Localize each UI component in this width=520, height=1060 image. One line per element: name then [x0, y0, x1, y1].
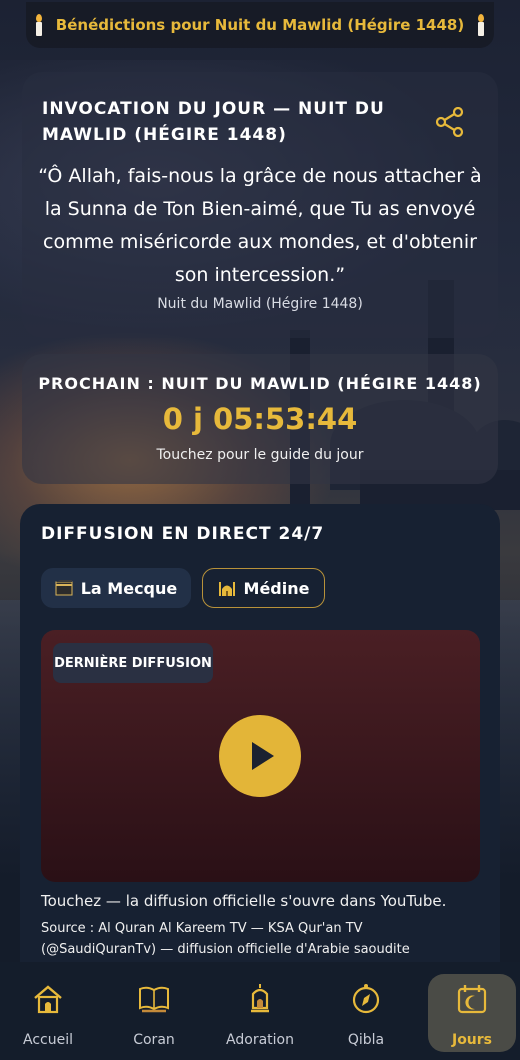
- mosque-icon: [218, 582, 235, 596]
- top-banner: Bénédictions pour Nuit du Mawlid (Hégire…: [26, 2, 494, 48]
- live-source: Source : Al Quran Al Kareem TV — KSA Qur…: [41, 921, 410, 957]
- invocation-card: INVOCATION DU JOUR — NUIT DU MAWLID (HÉG…: [22, 72, 498, 338]
- quran-icon: [139, 986, 169, 1013]
- lantern-icon: [251, 984, 269, 1013]
- compass-icon: [352, 984, 380, 1014]
- invocation-title: INVOCATION DU JOUR — NUIT DU MAWLID (HÉG…: [42, 99, 385, 145]
- nav-item-jours[interactable]: Jours: [428, 974, 516, 1052]
- share-icon: [436, 107, 464, 137]
- video-player[interactable]: DERNIÈRE DIFFUSION: [41, 630, 480, 882]
- nav-label-qibla: Qibla: [347, 1032, 385, 1048]
- candle-icon: [34, 14, 44, 36]
- tab-mecca[interactable]: La Mecque: [41, 568, 191, 608]
- nav-label-adoration: Adoration: [226, 1032, 294, 1048]
- video-badge: DERNIÈRE DIFFUSION: [53, 643, 213, 683]
- live-title: DIFFUSION EN DIRECT 24/7: [41, 524, 325, 544]
- live-hint: Touchez — la diffusion officielle s'ouvr…: [41, 892, 447, 910]
- share-button[interactable]: [432, 104, 468, 140]
- countdown-hint: Touchez pour le guide du jour: [156, 447, 364, 463]
- live-stream-card: DIFFUSION EN DIRECT 24/7 La Mecque Médin…: [20, 504, 500, 974]
- kaaba-icon: [55, 580, 73, 596]
- home-icon: [34, 985, 62, 1014]
- countdown-label: PROCHAIN : NUIT DU MAWLID (HÉGIRE 1448): [38, 374, 482, 393]
- play-icon: [252, 742, 274, 770]
- nav-item-adoration[interactable]: Adoration: [215, 974, 305, 1052]
- bottom-nav: Accueil Coran Adoration Qibla Jours: [0, 962, 520, 1060]
- nav-label-accueil: Accueil: [23, 1032, 73, 1048]
- nav-label-coran: Coran: [133, 1032, 175, 1048]
- calendar-icon: [457, 985, 487, 1014]
- nav-item-qibla[interactable]: Qibla: [321, 974, 411, 1052]
- tab-mecca-label: La Mecque: [80, 578, 178, 598]
- nav-label-jours: Jours: [451, 1032, 493, 1048]
- invocation-quote: “Ô Allah, fais-nous la grâce de nous att…: [38, 165, 482, 286]
- play-button[interactable]: [219, 715, 301, 797]
- tab-medina[interactable]: Médine: [202, 568, 325, 608]
- nav-item-accueil[interactable]: Accueil: [3, 974, 93, 1052]
- countdown-timer: 0 j 05:53:44: [162, 402, 358, 436]
- nav-item-coran[interactable]: Coran: [109, 974, 199, 1052]
- tab-medina-label: Médine: [243, 578, 310, 598]
- invocation-source: Nuit du Mawlid (Hégire 1448): [157, 296, 363, 312]
- candle-icon: [476, 14, 486, 36]
- banner-text: Bénédictions pour Nuit du Mawlid (Hégire…: [55, 16, 465, 34]
- countdown-card[interactable]: PROCHAIN : NUIT DU MAWLID (HÉGIRE 1448) …: [22, 354, 498, 484]
